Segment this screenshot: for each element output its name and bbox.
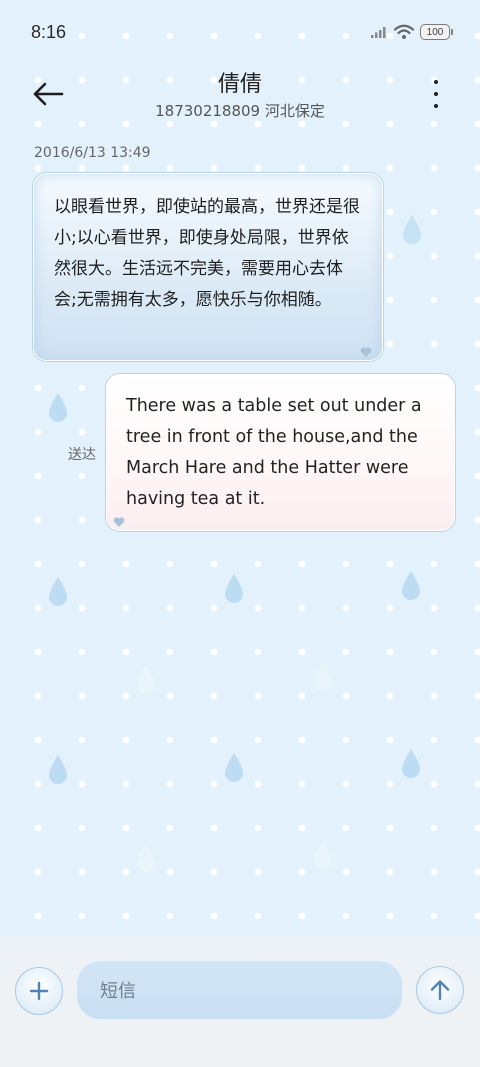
more-vertical-icon (434, 80, 438, 84)
status-time: 8:16 (31, 22, 67, 42)
raindrop-icon (403, 215, 421, 244)
status-bar: 8:16 100 (0, 0, 480, 66)
more-vertical-icon (434, 92, 438, 96)
more-vertical-icon (434, 104, 438, 108)
message-text: 以眼看世界，即使站的最高，世界还是很小;以心看世界，即使身处局限，世界依然很大。… (54, 197, 360, 310)
contact-detail: 18730218809 河北保定 (155, 102, 325, 120)
plus-icon (29, 981, 49, 1001)
raindrop-icon (314, 841, 332, 870)
message-text: There was a table set out under a tree i… (126, 396, 422, 509)
send-button[interactable] (416, 966, 464, 1014)
contact-name: 倩倩 (217, 72, 262, 97)
more-options-button[interactable] (428, 80, 444, 108)
cellular-signal-icon (371, 27, 386, 38)
raindrop-icon (402, 571, 420, 600)
raindrop-icon (314, 662, 332, 691)
heart-icon (113, 517, 125, 527)
battery-level: 100 (426, 26, 444, 38)
raindrop-icon (49, 393, 67, 422)
conversation-header: 倩倩 18730218809 河北保定 (0, 60, 480, 130)
wifi-icon (394, 24, 414, 39)
raindrop-icon (49, 577, 67, 606)
battery-indicator: 100 (420, 24, 453, 40)
raindrop-icon (137, 665, 155, 694)
chat-screen: 8:16 100 倩倩 18730218809 河北保定 2016/6/13 1… (0, 0, 480, 1067)
raindrop-icon (137, 843, 155, 872)
raindrop-icon (49, 755, 67, 784)
outgoing-message-bubble[interactable]: There was a table set out under a tree i… (106, 374, 455, 531)
add-attachment-button[interactable] (15, 967, 63, 1015)
incoming-message-bubble[interactable]: 以眼看世界，即使站的最高，世界还是很小;以心看世界，即使身处局限，世界依然很大。… (33, 173, 383, 361)
raindrop-icon (402, 749, 420, 778)
heart-icon (360, 347, 372, 357)
message-input[interactable]: 短信 (76, 960, 403, 1020)
status-icons: 100 (370, 24, 453, 40)
raindrop-icon (225, 574, 243, 603)
send-arrow-up-icon (430, 980, 450, 1001)
message-timestamp: 2016/6/13 13:49 (34, 145, 151, 161)
message-input-placeholder: 短信 (100, 981, 136, 1002)
delivery-status: 送达 (68, 447, 96, 463)
raindrop-icon (225, 753, 243, 782)
